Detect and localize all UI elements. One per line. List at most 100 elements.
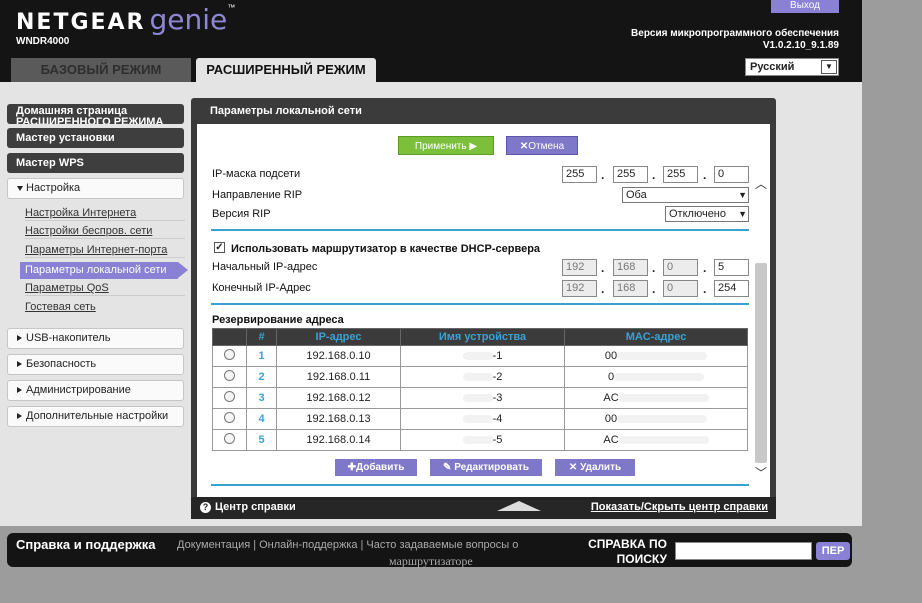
sidebar-item-label: USB-накопитель: [26, 332, 111, 344]
caret-right-icon: [17, 335, 22, 342]
tab-basic[interactable]: БАЗОВЫЙ РЕЖИМ: [11, 58, 191, 82]
end-ip-octet-2[interactable]: 168: [613, 280, 648, 297]
row-ip: 192.168.0.14: [276, 429, 401, 451]
redacted-mark: [617, 352, 708, 361]
dot-separator: .: [601, 282, 605, 296]
row-select[interactable]: [212, 387, 247, 409]
sidebar-item-advanced[interactable]: Дополнительные настройки: [7, 406, 184, 427]
row-num: 2: [246, 366, 277, 388]
firmware-version: V1.0.2.10_9.1.89: [762, 40, 839, 51]
scrollbar-thumb[interactable]: [755, 263, 767, 463]
sidebar-sub-wireless[interactable]: Настройки беспров. сети: [25, 224, 185, 239]
mac-text: AC: [603, 434, 619, 446]
scroll-down-icon[interactable]: ﹀: [755, 464, 767, 481]
sidebar-item-security[interactable]: Безопасность: [7, 354, 184, 375]
support-bar: Справка и поддержка Документация | Онлайн-…: [7, 533, 852, 569]
link-online-support[interactable]: Онлайн-поддержка: [259, 539, 357, 551]
table-row[interactable]: 4 192.168.0.13 -4 00: [212, 408, 748, 430]
row-device-name: -5: [400, 429, 565, 451]
edit-label: Редактировать: [454, 462, 529, 473]
subnet-octet-2[interactable]: 255: [613, 166, 648, 183]
sidebar-item-wps-wizard[interactable]: Мастер WPS: [7, 153, 184, 173]
row-select[interactable]: [212, 408, 247, 430]
dot-separator: .: [703, 168, 707, 182]
sidebar-item-label: Настройка: [26, 182, 81, 194]
header-num: #: [246, 328, 277, 346]
edit-button[interactable]: ✎ Редактировать: [430, 459, 542, 476]
sidebar-item-settings[interactable]: Настройка: [7, 178, 184, 199]
rip-version-select[interactable]: Отключено ▼: [665, 206, 749, 222]
row-select[interactable]: [212, 429, 247, 451]
table-row[interactable]: 5 192.168.0.14 -5 AC: [212, 429, 748, 451]
row-mac: AC: [564, 429, 748, 451]
caret-right-icon: [17, 413, 22, 420]
redacted-mark: [614, 373, 705, 382]
logout-button[interactable]: Выход: [771, 0, 839, 13]
dhcp-checkbox[interactable]: ✓: [214, 242, 225, 253]
row-select[interactable]: [212, 366, 247, 388]
apply-button[interactable]: Применить ▶: [398, 136, 494, 155]
radio-button[interactable]: [224, 412, 235, 423]
radio-button[interactable]: [224, 433, 235, 444]
scroll-up-icon[interactable]: ︿: [755, 175, 767, 192]
start-ip-octet-2[interactable]: 168: [613, 259, 648, 276]
search-label: СПРАВКА ПО ПОИСКУ: [588, 537, 667, 566]
sidebar-item-setup-wizard[interactable]: Мастер установки: [7, 128, 184, 148]
row-mac: 00: [564, 408, 748, 430]
row-ip: 192.168.0.10: [276, 345, 401, 367]
device-name-text: -5: [492, 434, 503, 446]
row-device-name: -1: [400, 345, 565, 367]
search-input[interactable]: [675, 542, 812, 560]
add-button[interactable]: ✚Добавить: [335, 459, 417, 476]
scrollbar[interactable]: ︿ ﹀: [753, 173, 769, 484]
table-row[interactable]: 2 192.168.0.11 -2 0: [212, 366, 748, 388]
start-ip-octet-3[interactable]: 0: [663, 259, 698, 276]
radio-button[interactable]: [224, 370, 235, 381]
cancel-button[interactable]: ✕Отмена: [506, 136, 578, 155]
sidebar-sub-qos[interactable]: Параметры QoS: [25, 281, 185, 296]
rip-direction-select[interactable]: Оба ▼: [622, 187, 749, 203]
help-center-label[interactable]: Центр справки: [215, 501, 296, 513]
redacted-mark: [617, 415, 708, 424]
expand-up-icon[interactable]: [497, 501, 541, 511]
link-separator: |: [360, 539, 364, 551]
rip-version-label: Версия RIP: [212, 208, 271, 220]
sidebar-item-admin[interactable]: Администрирование: [7, 380, 184, 401]
start-ip-octet-1[interactable]: 192: [562, 259, 597, 276]
end-ip-octet-1[interactable]: 192: [562, 280, 597, 297]
tab-advanced[interactable]: РАСШИРЕННЫЙ РЕЖИМ: [196, 58, 376, 82]
toggle-help-link[interactable]: Показать/Скрыть центр справки: [591, 501, 768, 513]
table-header-row: # IP-адрес Имя устройства MAC-адрес: [212, 328, 748, 346]
redacted-mark: [462, 352, 493, 361]
subnet-octet-1[interactable]: 255: [562, 166, 597, 183]
row-select[interactable]: [212, 345, 247, 367]
table-row[interactable]: 3 192.168.0.12 -3 AC: [212, 387, 748, 409]
caret-right-icon: [17, 361, 22, 368]
plus-icon: ✚: [347, 462, 356, 473]
dot-separator: .: [652, 261, 656, 275]
sidebar-item-usb[interactable]: USB-накопитель: [7, 328, 184, 349]
sidebar-sub-lan-active[interactable]: Параметры локальной сети: [20, 262, 188, 279]
sidebar-sub-guest[interactable]: Гостевая сеть: [25, 300, 185, 314]
link-faq-continued[interactable]: маршрутизаторе: [389, 554, 473, 569]
start-ip-octet-4[interactable]: 5: [714, 259, 749, 276]
radio-button[interactable]: [224, 391, 235, 402]
table-row[interactable]: 1 192.168.0.10 -1 00: [212, 345, 748, 367]
device-name-text: -1: [492, 350, 503, 362]
sidebar-item-home[interactable]: Домашняя страница РАСШИРЕННОГО РЕЖИМА: [7, 104, 184, 124]
link-documentation[interactable]: Документация: [177, 539, 250, 551]
language-select[interactable]: Русский ▼: [745, 58, 839, 76]
search-button[interactable]: ПЕР: [816, 542, 850, 560]
row-device-name: -2: [400, 366, 565, 388]
link-faq[interactable]: Часто задаваемые вопросы о: [366, 539, 518, 551]
radio-button[interactable]: [224, 349, 235, 360]
mac-text: 00: [604, 350, 618, 362]
end-ip-octet-3[interactable]: 0: [663, 280, 698, 297]
row-device-name: -4: [400, 408, 565, 430]
subnet-octet-4[interactable]: 0: [714, 166, 749, 183]
sidebar-sub-wan-port[interactable]: Параметры Интернет-порта: [25, 243, 185, 258]
end-ip-octet-4[interactable]: 254: [714, 280, 749, 297]
delete-button[interactable]: ✕ Удалить: [555, 459, 635, 476]
subnet-octet-3[interactable]: 255: [663, 166, 698, 183]
sidebar-sub-internet[interactable]: Настройка Интернета: [25, 206, 185, 221]
